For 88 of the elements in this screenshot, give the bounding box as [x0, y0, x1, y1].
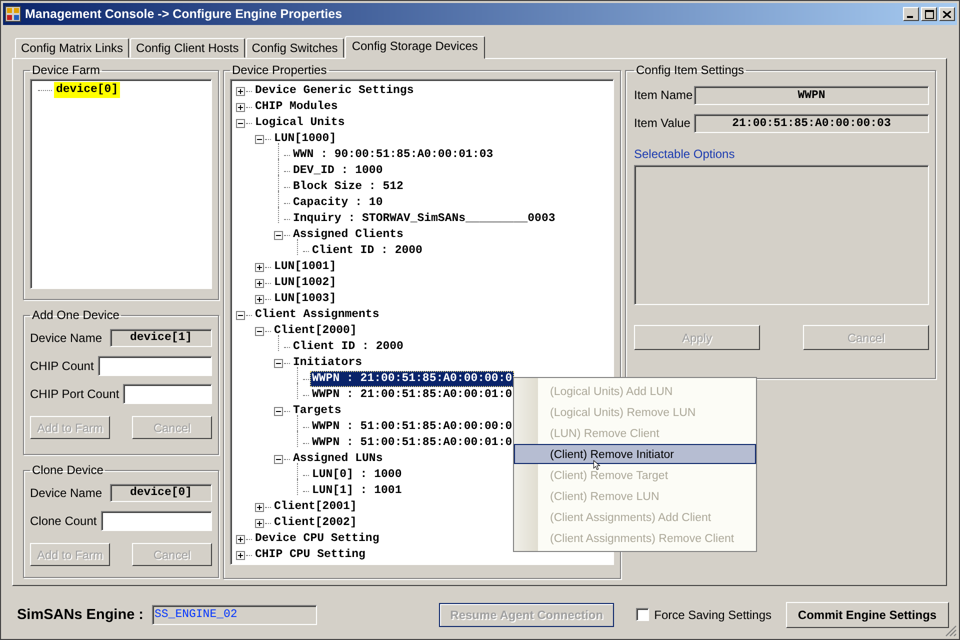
tree-item[interactable]: Device Generic Settings [253, 83, 416, 99]
collapse-icon[interactable] [236, 118, 245, 128]
engine-field[interactable]: SS_ENGINE_02 [152, 604, 317, 624]
expand-icon[interactable] [236, 86, 245, 96]
group-title: Add One Device [31, 308, 120, 322]
field-label: Device Name [30, 486, 102, 500]
expand-icon[interactable] [255, 262, 264, 272]
collapse-icon[interactable] [274, 406, 283, 416]
field-label: Device Name [30, 331, 102, 345]
checkbox[interactable] [636, 608, 650, 621]
collapse-icon[interactable] [274, 358, 283, 368]
tree-item[interactable]: Client[2001] [272, 499, 359, 515]
window-title: Management Console -> Configure Engine Properties [25, 7, 344, 21]
expand-icon[interactable] [255, 278, 264, 288]
expand-icon[interactable] [255, 502, 264, 512]
tree-item[interactable]: WWN : 90:00:51:85:A0:00:01:03 [291, 147, 496, 163]
resize-grip-icon[interactable] [945, 625, 957, 637]
tab[interactable]: Config Switches [246, 38, 344, 58]
tree-item[interactable]: WWPN : 51:00:51:85:A0:00:01:0 [310, 435, 514, 451]
tree-item[interactable]: DEV_ID : 1000 [291, 163, 385, 179]
close-icon [943, 10, 951, 18]
maximize-icon [924, 10, 934, 18]
field-label: Item Name [634, 88, 694, 102]
minimize-button[interactable] [903, 7, 919, 21]
tree-item[interactable]: Assigned LUNs [291, 451, 385, 467]
tree-item[interactable]: LUN[1001] [272, 259, 338, 275]
expand-icon[interactable] [236, 550, 245, 560]
tree-item[interactable]: Client[2000] [272, 323, 359, 339]
tree-item[interactable]: Targets [291, 403, 344, 419]
tree-item[interactable]: LUN[1000] [272, 131, 338, 147]
tree-item[interactable]: WWPN : 51:00:51:85:A0:00:00:0 [310, 419, 514, 435]
device-item[interactable]: device[0] [54, 82, 120, 98]
tree-item[interactable]: WWPN : 21:00:51:85:A0:00:01:0 [310, 387, 514, 403]
engine-label: SimSANs Engine : [17, 606, 144, 622]
collapse-icon[interactable] [255, 134, 264, 144]
field-label: CHIP Port Count [30, 387, 120, 401]
input-field[interactable] [100, 511, 212, 531]
tree-item[interactable]: Inquiry : STORWAV_SimSANs_________0003 [291, 211, 558, 227]
readonly-field: WWPN [694, 86, 929, 104]
tree-item[interactable]: Logical Units [253, 115, 347, 131]
group-title: Device Properties [231, 63, 328, 77]
tree-item[interactable]: LUN[1003] [272, 291, 338, 307]
tree-item[interactable]: LUN[1002] [272, 275, 338, 291]
tab[interactable]: Config Storage Devices [344, 36, 485, 59]
collapse-icon[interactable] [274, 230, 283, 240]
expand-icon[interactable] [255, 518, 264, 528]
tree-item[interactable]: Assigned Clients [291, 227, 406, 243]
group-title: Clone Device [31, 463, 104, 477]
expand-icon[interactable] [236, 102, 245, 112]
menu-item[interactable]: (Client) Remove Initiator [514, 444, 756, 464]
tree-item[interactable]: Client[2002] [272, 515, 359, 531]
readonly-field: device[1] [110, 329, 212, 347]
group-title: Config Item Settings [635, 63, 746, 77]
pointer-icon [593, 460, 601, 471]
field-label: Item Value [634, 116, 692, 130]
tree-item[interactable]: LUN[0] : 1000 [310, 467, 404, 483]
commit-button[interactable]: Commit Engine Settings [786, 602, 949, 628]
tab[interactable]: Config Client Hosts [130, 38, 245, 58]
expand-icon[interactable] [255, 294, 264, 304]
tree-item[interactable]: Initiators [291, 355, 364, 371]
readonly-field: device[0] [110, 484, 212, 502]
tree-item[interactable]: LUN[1] : 1001 [310, 483, 404, 499]
tree-item[interactable]: CHIP Modules [253, 99, 340, 115]
tree-item[interactable]: Client Assignments [253, 307, 382, 323]
input-field[interactable] [98, 356, 212, 376]
tree-item[interactable]: Device CPU Setting [253, 531, 382, 547]
maximize-button[interactable] [921, 7, 937, 21]
field-label: CHIP Count [30, 359, 94, 373]
options-list[interactable] [634, 165, 929, 305]
group-title: Device Farm [31, 63, 102, 77]
tree-item[interactable]: Client ID : 2000 [310, 243, 424, 259]
collapse-icon[interactable] [274, 454, 283, 464]
close-button[interactable] [939, 7, 955, 21]
tree-item[interactable]: WWPN : 21:00:51:85:A0:00:00:0 [310, 371, 514, 387]
collapse-icon[interactable] [236, 310, 245, 320]
tree-item[interactable]: Capacity : 10 [291, 195, 385, 211]
collapse-icon[interactable] [255, 326, 264, 336]
tree-item[interactable]: Client ID : 2000 [291, 339, 406, 355]
tab[interactable]: Config Matrix Links [15, 38, 130, 58]
expand-icon[interactable] [236, 534, 245, 544]
readonly-field: 21:00:51:85:A0:00:00:03 [694, 114, 929, 132]
tree-item[interactable]: CHIP CPU Setting [253, 547, 368, 563]
field-label: Clone Count [30, 514, 97, 528]
input-field[interactable] [123, 384, 212, 404]
tree-item[interactable]: Block Size : 512 [291, 179, 406, 195]
options-label: Selectable Options [634, 147, 736, 161]
checkbox-label: Force Saving Settings [654, 608, 772, 622]
app-icon [5, 6, 21, 22]
